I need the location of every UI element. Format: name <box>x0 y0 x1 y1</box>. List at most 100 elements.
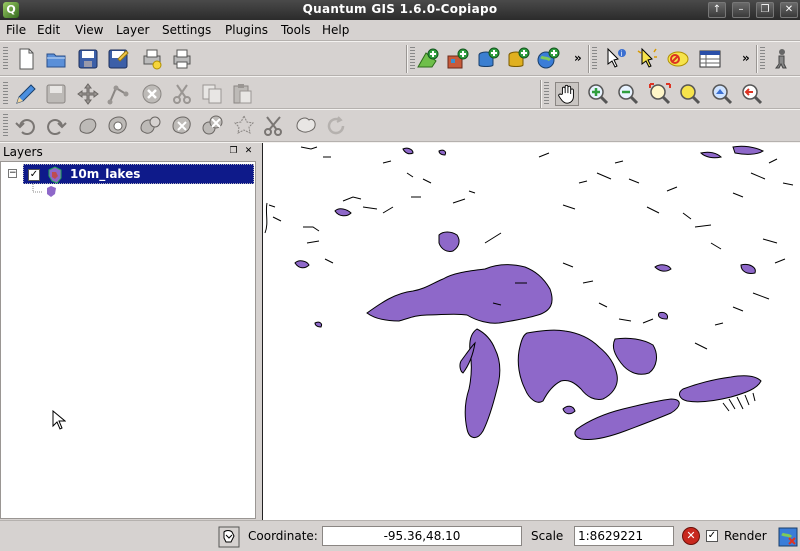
lake-georgian-bay <box>612 337 657 375</box>
toolbar-separator <box>756 45 758 73</box>
reshape-features-icon[interactable] <box>232 114 256 138</box>
window-title: Quantum GIS 1.6.0-Copiapo <box>302 2 498 16</box>
projection-status-icon[interactable] <box>778 527 798 547</box>
map-canvas[interactable] <box>262 143 800 520</box>
svg-text:i: i <box>621 50 623 58</box>
help-whats-this-icon[interactable] <box>770 47 794 71</box>
zoom-to-layer-icon[interactable] <box>710 82 734 106</box>
pan-map-icon[interactable] <box>555 82 579 106</box>
lake-ontario <box>679 375 762 403</box>
add-ring-icon[interactable] <box>106 114 130 138</box>
toolbar-grip[interactable] <box>3 82 8 106</box>
menu-file[interactable]: File <box>6 23 26 37</box>
undo-icon[interactable] <box>14 114 38 138</box>
add-raster-layer-icon[interactable] <box>446 47 470 71</box>
restore-button[interactable]: ❐ <box>756 2 774 18</box>
add-postgis-layer-icon[interactable] <box>476 47 500 71</box>
polygon-layer-icon <box>48 166 62 184</box>
layers-panel: Layers ❐ ✕ − ✓ 10m_lakes <box>0 143 258 520</box>
menu-tools[interactable]: Tools <box>281 23 311 37</box>
zoom-to-selection-icon[interactable] <box>678 82 702 106</box>
new-project-icon[interactable] <box>14 47 38 71</box>
zoom-last-icon[interactable] <box>740 82 764 106</box>
layer-name: 10m_lakes <box>70 167 141 181</box>
zoom-full-icon[interactable] <box>648 82 672 106</box>
save-edits-icon[interactable] <box>44 82 68 106</box>
delete-part-icon[interactable] <box>200 114 224 138</box>
close-panel-icon[interactable]: ✕ <box>243 146 254 157</box>
menu-layer[interactable]: Layer <box>116 23 149 37</box>
move-feature-icon[interactable] <box>76 82 100 106</box>
open-attribute-table-icon[interactable] <box>698 47 722 71</box>
render-label: Render <box>724 529 767 543</box>
close-window-button[interactable]: ✕ <box>780 2 798 18</box>
title-bar: Q Quantum GIS 1.6.0-Copiapo ↑ – ❐ ✕ <box>0 0 800 20</box>
toolbar-row-1: » i » <box>0 42 800 76</box>
toolbar-separator <box>406 45 408 73</box>
layer-visibility-checkbox[interactable]: ✓ <box>28 169 40 181</box>
paste-features-icon[interactable] <box>230 82 254 106</box>
identify-features-icon[interactable]: i <box>604 47 628 71</box>
deselect-features-icon[interactable] <box>666 47 690 71</box>
scale-label: Scale <box>531 529 564 543</box>
rotate-symbols-icon[interactable] <box>324 114 348 138</box>
add-vector-layer-icon[interactable] <box>416 47 440 71</box>
coordinate-field[interactable]: -95.36,48.10 <box>322 526 522 546</box>
print-composer-icon[interactable] <box>140 47 164 71</box>
float-panel-icon[interactable]: ❐ <box>228 146 239 157</box>
scale-field[interactable]: 1:8629221 <box>574 526 674 546</box>
save-as-icon[interactable] <box>106 47 130 71</box>
menu-bar: File Edit View Layer Settings Plugins To… <box>0 20 800 40</box>
redo-icon[interactable] <box>44 114 68 138</box>
menu-plugins[interactable]: Plugins <box>225 23 268 37</box>
qgis-window: Q Quantum GIS 1.6.0-Copiapo ↑ – ❐ ✕ File… <box>0 0 800 551</box>
map-render <box>264 145 794 440</box>
save-project-icon[interactable] <box>76 47 100 71</box>
merge-features-icon[interactable] <box>294 114 318 138</box>
toolbar-row-3 <box>0 109 800 143</box>
simplify-feature-icon[interactable] <box>76 114 100 138</box>
render-checkbox[interactable]: ✓ <box>706 530 718 542</box>
menu-settings[interactable]: Settings <box>162 23 211 37</box>
menu-edit[interactable]: Edit <box>37 23 60 37</box>
select-features-icon[interactable] <box>636 47 660 71</box>
lake-superior <box>366 264 553 324</box>
split-features-icon[interactable] <box>262 114 286 138</box>
copy-features-icon[interactable] <box>200 82 224 106</box>
toggle-extents-icon[interactable] <box>218 526 240 548</box>
add-spatialite-layer-icon[interactable] <box>506 47 530 71</box>
add-wms-layer-icon[interactable] <box>536 47 560 71</box>
toolbar-row-2 <box>0 77 800 111</box>
toolbar-grip[interactable] <box>410 47 415 71</box>
add-part-icon[interactable] <box>138 114 162 138</box>
print-icon[interactable] <box>170 47 194 71</box>
toolbar-separator <box>588 45 590 73</box>
layers-panel-title: Layers <box>3 145 43 159</box>
coordinate-label: Coordinate: <box>248 529 318 543</box>
stop-render-icon[interactable]: ✕ <box>682 527 700 545</box>
minimize-button[interactable]: – <box>732 2 750 18</box>
toolbar-grip[interactable] <box>3 47 8 71</box>
zoom-out-icon[interactable] <box>616 82 640 106</box>
cut-features-icon[interactable] <box>170 82 194 106</box>
menu-view[interactable]: View <box>75 23 103 37</box>
toolbar-overflow-button[interactable]: » <box>574 51 582 65</box>
legend-symbol-icon <box>47 186 56 197</box>
open-project-icon[interactable] <box>44 47 68 71</box>
delete-ring-icon[interactable] <box>170 114 194 138</box>
toolbar-grip[interactable] <box>544 82 549 106</box>
delete-selected-icon[interactable] <box>140 82 164 106</box>
toolbar-overflow-button[interactable]: » <box>742 51 750 65</box>
zoom-in-icon[interactable] <box>586 82 610 106</box>
node-tool-icon[interactable] <box>106 82 130 106</box>
layer-item-10m-lakes[interactable]: ✓ 10m_lakes <box>23 164 254 184</box>
toolbar-grip[interactable] <box>3 114 8 138</box>
layer-tree[interactable]: − ✓ 10m_lakes <box>0 161 256 519</box>
menu-help[interactable]: Help <box>322 23 349 37</box>
toolbar-grip[interactable] <box>592 47 597 71</box>
lake-st-clair <box>562 405 576 415</box>
layer-expander[interactable]: − <box>8 169 17 178</box>
toolbar-grip[interactable] <box>760 47 765 71</box>
toggle-editing-icon[interactable] <box>14 82 38 106</box>
keep-above-button[interactable]: ↑ <box>708 2 726 18</box>
